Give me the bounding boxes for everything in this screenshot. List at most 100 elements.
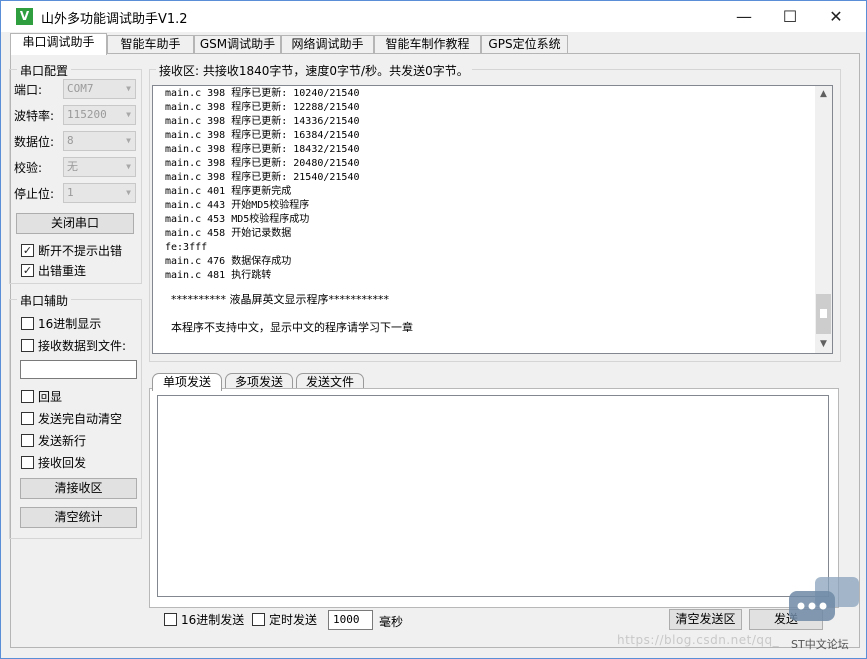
send-newline-checkbox[interactable]: 发送新行	[21, 434, 86, 448]
tab-smart-car-tutorial[interactable]: 智能车制作教程	[374, 35, 481, 54]
scroll-down-icon[interactable]: ▼	[815, 336, 832, 353]
checkbox-checked-icon: ✓	[21, 264, 34, 277]
receive-line: main.c 398 程序已更新: 20480/21540	[165, 158, 360, 169]
receive-header: 接收区: 共接收1840字节，速度0字节/秒。共发送0字节。	[156, 62, 472, 79]
interval-input[interactable]: 1000	[328, 610, 373, 630]
databits-select[interactable]: 8 ▼	[63, 131, 136, 151]
parity-value: 无	[67, 160, 78, 173]
receive-line: main.c 398 程序已更新: 12288/21540	[165, 102, 360, 113]
databits-label: 数据位:	[14, 135, 55, 149]
hex-send-label: 16进制发送	[181, 613, 245, 627]
tab-gsm-assistant[interactable]: GSM调试助手	[194, 35, 281, 54]
echo-label: 回显	[38, 390, 63, 404]
hex-send-checkbox[interactable]: 16进制发送	[164, 613, 244, 627]
receive-line: main.c 398 程序已更新: 16384/21540	[165, 130, 360, 141]
baud-label: 波特率:	[14, 109, 55, 123]
no-prompt-on-disconnect-label: 断开不提示出错	[38, 244, 123, 258]
receive-line: main.c 443 开始MD5校验程序	[165, 200, 310, 211]
title-bar[interactable]: V 山外多功能调试助手V1.2 — ☐ ✕	[1, 1, 866, 32]
port-select[interactable]: COM7 ▼	[63, 79, 136, 99]
tab-serial-assistant[interactable]: 串口调试助手	[10, 33, 107, 55]
forum-text: ST中文论坛	[791, 638, 849, 651]
clear-stats-button[interactable]: 清空统计	[20, 507, 137, 528]
recv-to-file-label: 接收数据到文件:	[38, 339, 127, 353]
checkbox-icon	[252, 613, 265, 626]
tab-single-send[interactable]: 单项发送	[152, 373, 222, 391]
timed-send-checkbox[interactable]: 定时发送	[252, 613, 317, 627]
tab-gps-system[interactable]: GPS定位系统	[481, 35, 568, 54]
clear-send-button[interactable]: 清空发送区	[669, 609, 742, 630]
baud-select[interactable]: 115200 ▼	[63, 105, 136, 125]
receive-line: 本程序不支持中文，显示中文的程序请学习下一章	[171, 321, 413, 334]
receive-line: ********** 液晶屏英文显示程序***********	[171, 293, 389, 306]
auto-clear-label: 发送完自动清空	[38, 412, 123, 426]
echo-checkbox[interactable]: 回显	[21, 390, 62, 404]
receive-scrollbar[interactable]: ▲ ▼	[815, 86, 832, 353]
close-port-button[interactable]: 关闭串口	[16, 213, 134, 234]
receive-line: main.c 401 程序更新完成	[165, 186, 292, 197]
port-value: COM7	[67, 82, 94, 95]
reconnect-on-error-label: 出错重连	[38, 264, 87, 278]
baud-value: 115200	[67, 108, 107, 121]
scroll-up-icon[interactable]: ▲	[815, 86, 832, 103]
checkbox-icon	[21, 434, 34, 447]
tab-network-assistant[interactable]: 网络调试助手	[281, 35, 374, 54]
minimize-button[interactable]: —	[721, 1, 767, 32]
parity-label: 校验:	[14, 161, 43, 175]
hex-display-checkbox[interactable]: 16进制显示	[21, 317, 101, 331]
recv-reply-checkbox[interactable]: 接收回发	[21, 456, 86, 470]
watermark-text: https://blog.csdn.net/qq_	[617, 633, 780, 647]
chat-bubble-icon	[789, 577, 859, 621]
auto-clear-checkbox[interactable]: 发送完自动清空	[21, 412, 122, 426]
main-tab-bar: 串口调试助手 智能车助手 GSM调试助手 网络调试助手 智能车制作教程 GPS定…	[10, 33, 860, 55]
chevron-down-icon: ▼	[126, 136, 131, 145]
chevron-down-icon: ▼	[126, 110, 131, 119]
checkbox-icon	[21, 412, 34, 425]
chevron-down-icon: ▼	[126, 84, 131, 93]
recv-reply-label: 接收回发	[38, 456, 87, 470]
checkbox-icon	[21, 390, 34, 403]
stopbits-value: 1	[67, 186, 74, 199]
serial-config-title: 串口配置	[17, 62, 72, 79]
port-label: 端口:	[14, 83, 43, 97]
window-title: 山外多功能调试助手V1.2	[41, 12, 188, 27]
send-textarea[interactable]	[157, 395, 829, 597]
receive-line: main.c 458 开始记录数据	[165, 228, 292, 239]
databits-value: 8	[67, 134, 74, 147]
receive-line: main.c 398 程序已更新: 10240/21540	[165, 88, 360, 99]
scrollbar-thumb[interactable]	[816, 294, 831, 334]
send-newline-label: 发送新行	[38, 434, 87, 448]
recv-to-file-checkbox[interactable]: 接收数据到文件:	[21, 339, 126, 353]
app-window: V 山外多功能调试助手V1.2 — ☐ ✕ 串口调试助手 智能车助手 GSM调试…	[0, 0, 867, 659]
checkbox-icon	[164, 613, 177, 626]
chevron-down-icon: ▼	[126, 162, 131, 171]
timed-send-label: 定时发送	[269, 613, 318, 627]
app-logo-icon: V	[16, 8, 33, 25]
checkbox-icon	[21, 456, 34, 469]
tab-smart-car-assistant[interactable]: 智能车助手	[107, 35, 194, 54]
receive-line: main.c 398 程序已更新: 18432/21540	[165, 144, 360, 155]
no-prompt-on-disconnect-checkbox[interactable]: ✓ 断开不提示出错	[21, 244, 122, 258]
serial-assist-title: 串口辅助	[17, 292, 72, 309]
reconnect-on-error-checkbox[interactable]: ✓ 出错重连	[21, 264, 86, 278]
parity-select[interactable]: 无 ▼	[63, 157, 136, 177]
stopbits-label: 停止位:	[14, 187, 55, 201]
checkbox-icon	[21, 339, 34, 352]
clear-recv-button[interactable]: 清接收区	[20, 478, 137, 499]
receive-line: main.c 476 数据保存成功	[165, 256, 292, 267]
receive-line: fe:3fff	[165, 242, 208, 253]
checkbox-checked-icon: ✓	[21, 244, 34, 257]
chevron-down-icon: ▼	[126, 188, 131, 197]
close-button[interactable]: ✕	[813, 1, 859, 32]
interval-unit-label: 毫秒	[379, 615, 404, 629]
receive-textarea[interactable]: main.c 398 程序已更新: 10240/21540 main.c 398 …	[152, 85, 833, 354]
receive-line: main.c 453 MD5校验程序成功	[165, 214, 310, 225]
checkbox-icon	[21, 317, 34, 330]
receive-line: main.c 398 程序已更新: 21540/21540	[165, 172, 360, 183]
hex-display-label: 16进制显示	[38, 317, 102, 331]
receive-line: main.c 481 执行跳转	[165, 270, 272, 281]
receive-line: main.c 398 程序已更新: 14336/21540	[165, 116, 360, 127]
stopbits-select[interactable]: 1 ▼	[63, 183, 136, 203]
maximize-button[interactable]: ☐	[767, 1, 813, 32]
recv-file-path-input[interactable]	[20, 360, 137, 379]
